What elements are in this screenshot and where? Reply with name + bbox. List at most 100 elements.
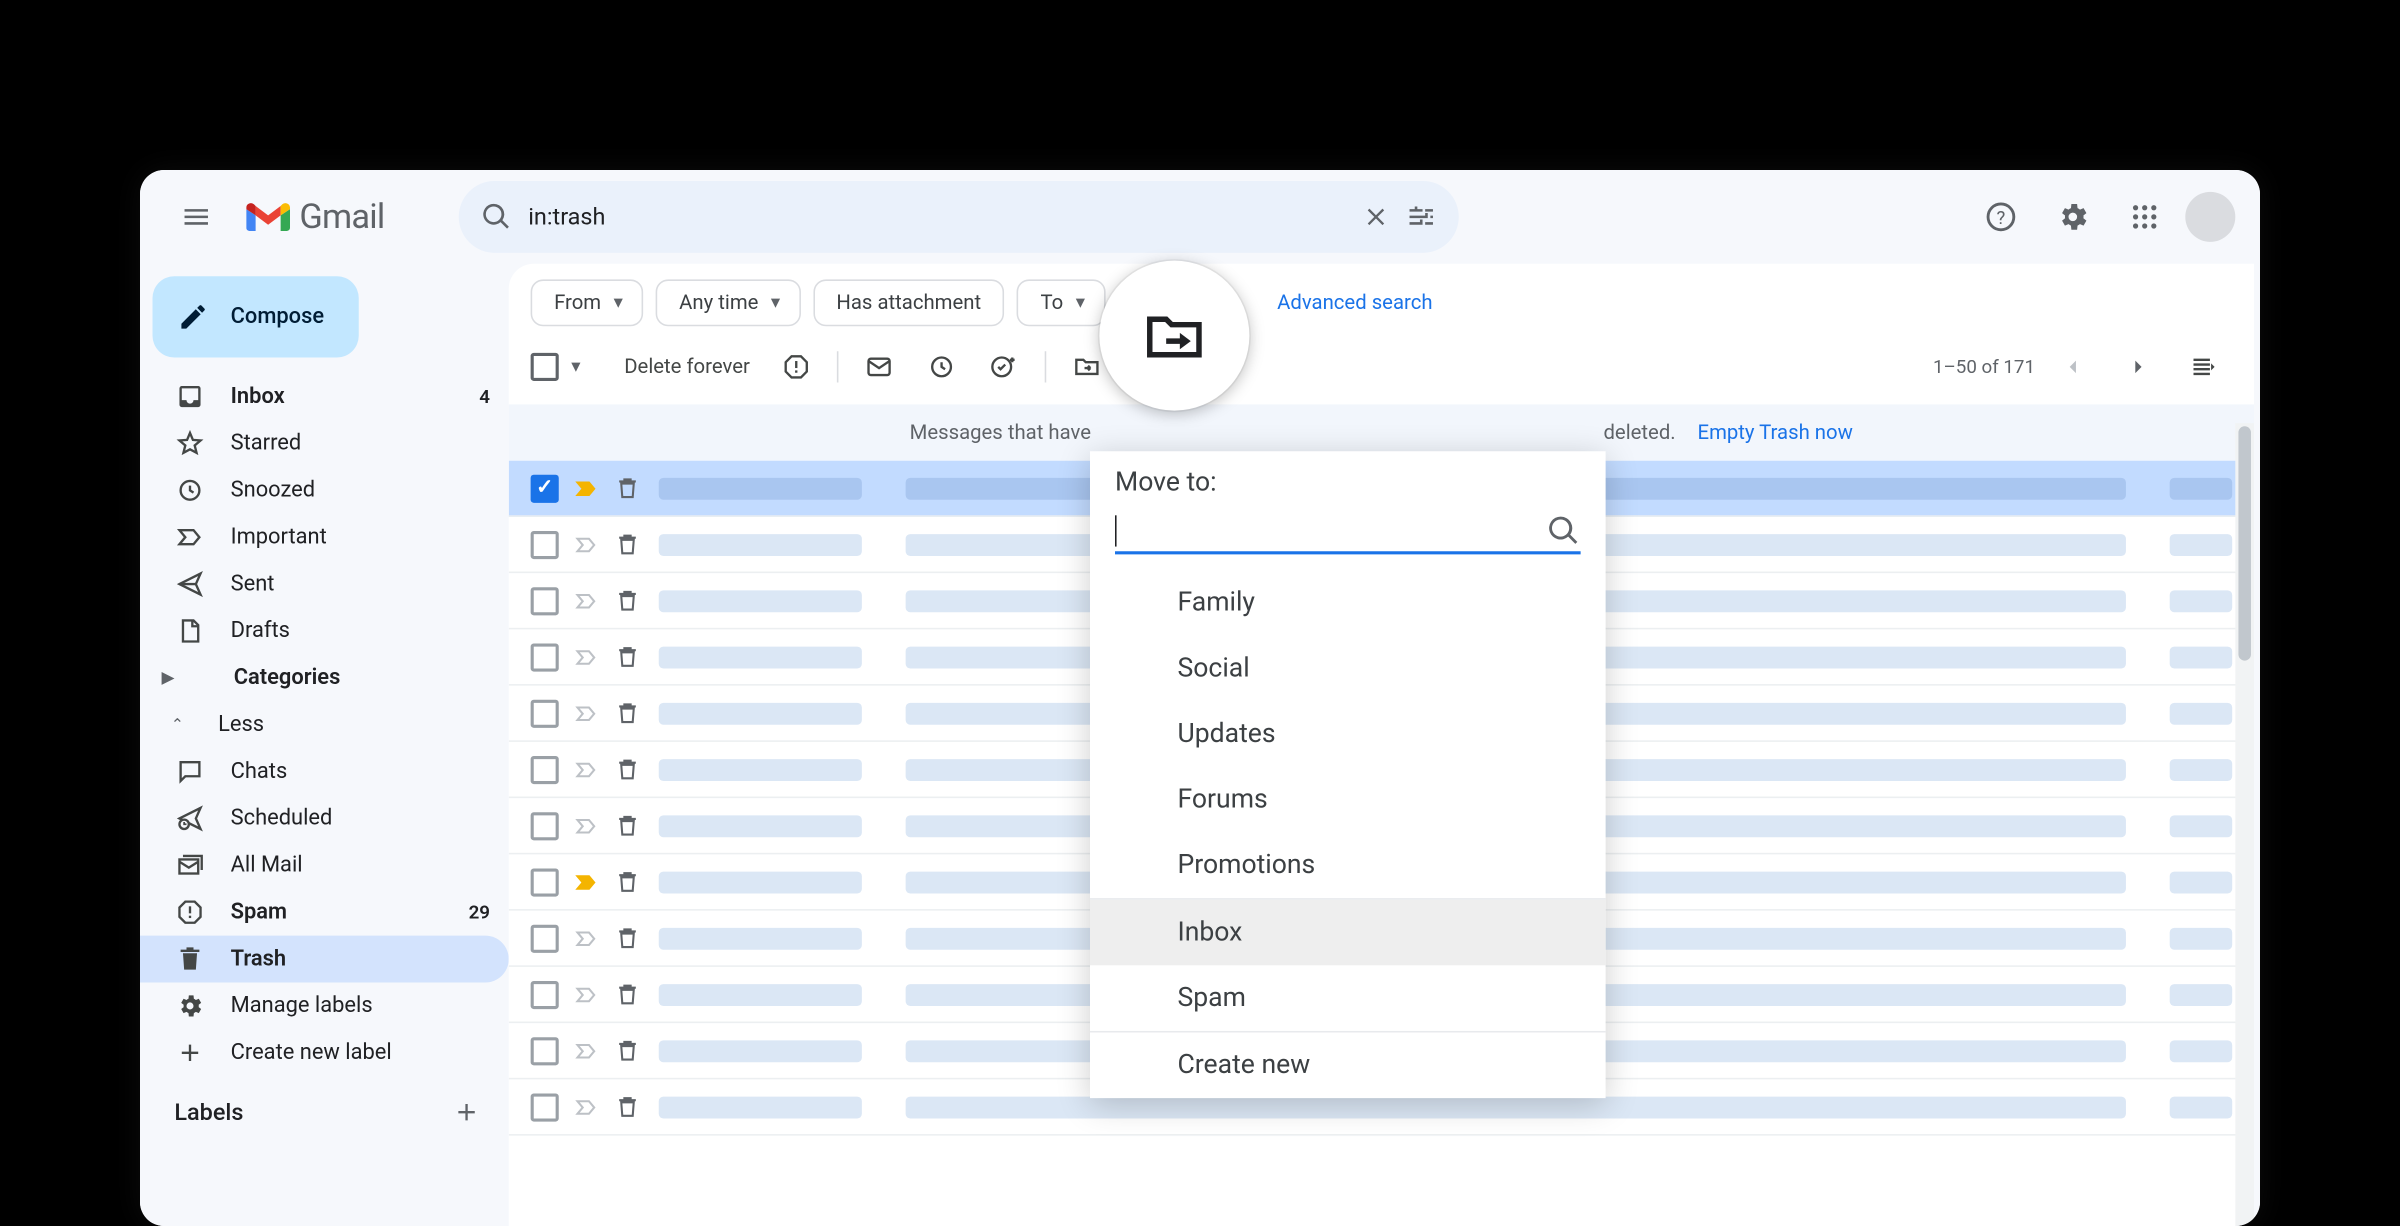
sidebar-item-scheduled[interactable]: Scheduled xyxy=(140,795,509,842)
row-checkbox[interactable] xyxy=(531,980,559,1008)
density-icon[interactable] xyxy=(2176,339,2232,395)
search-icon[interactable] xyxy=(481,201,512,232)
sidebar-item-inbox[interactable]: Inbox4 xyxy=(140,373,509,420)
support-icon[interactable]: ? xyxy=(1969,186,2032,249)
sidebar-item-snoozed[interactable]: Snoozed xyxy=(140,467,509,514)
sidebar-item-label: Starred xyxy=(231,431,302,456)
sidebar-item-categories[interactable]: ▶Categories xyxy=(140,654,509,701)
chip-label: Has attachment xyxy=(836,291,981,314)
sidebar-item-sent[interactable]: Sent xyxy=(140,561,509,608)
move-to-option-forums[interactable]: Forums xyxy=(1090,767,1606,833)
add-label-icon[interactable] xyxy=(453,1098,481,1126)
app-header: Gmail in:trash ? xyxy=(140,170,2260,264)
sidebar-item-label: Less xyxy=(218,712,264,737)
subject-placeholder xyxy=(906,1096,2126,1118)
sidebar-item-drafts[interactable]: Drafts xyxy=(140,608,509,655)
sidebar-item-count: 4 xyxy=(479,386,490,408)
banner-text-left: Messages that have xyxy=(910,421,1091,444)
move-to-option-updates[interactable]: Updates xyxy=(1090,701,1606,767)
clear-search-icon[interactable] xyxy=(1363,203,1391,231)
sender-placeholder xyxy=(659,1096,862,1118)
row-checkbox[interactable] xyxy=(531,868,559,896)
move-to-option-promotions[interactable]: Promotions xyxy=(1090,833,1606,899)
sidebar-item-spam[interactable]: Spam29 xyxy=(140,889,509,936)
row-checkbox[interactable] xyxy=(531,1093,559,1121)
row-checkbox[interactable] xyxy=(531,699,559,727)
important-marker-icon[interactable] xyxy=(574,475,599,500)
row-checkbox[interactable] xyxy=(531,643,559,671)
important-marker-icon[interactable] xyxy=(574,1094,599,1119)
row-checkbox[interactable] xyxy=(531,586,559,614)
search-bar[interactable]: in:trash xyxy=(459,181,1459,253)
chip-label: Any time xyxy=(679,291,758,314)
search-options-icon[interactable] xyxy=(1406,201,1437,232)
action-toolbar: ▼ Delete forever 1–50 of 171 xyxy=(509,336,2254,405)
select-all-caret-icon[interactable]: ▼ xyxy=(568,358,583,375)
apps-icon[interactable] xyxy=(2113,186,2176,249)
move-to-popover: Move to: FamilySocialUpdatesForumsPromot… xyxy=(1090,451,1606,1098)
snooze-icon[interactable] xyxy=(914,339,970,395)
filter-chip-to[interactable]: To▼ xyxy=(1017,279,1105,326)
prev-page-icon[interactable] xyxy=(2044,339,2100,395)
sidebar-item-create-new-label[interactable]: Create new label xyxy=(140,1029,509,1076)
delete-forever-button[interactable]: Delete forever xyxy=(612,342,763,392)
account-avatar[interactable] xyxy=(2185,192,2235,242)
scrollbar-thumb[interactable] xyxy=(2238,426,2251,660)
important-marker-icon[interactable] xyxy=(574,644,599,669)
move-to-option-social[interactable]: Social xyxy=(1090,636,1606,702)
add-task-icon[interactable] xyxy=(976,339,1032,395)
sidebar-item-less[interactable]: ⌃Less xyxy=(140,701,509,748)
gmail-logo[interactable]: Gmail xyxy=(246,197,384,236)
main-menu-icon[interactable] xyxy=(165,186,228,249)
important-marker-icon[interactable] xyxy=(574,982,599,1007)
important-marker-icon[interactable] xyxy=(574,813,599,838)
date-placeholder xyxy=(2169,533,2232,555)
sidebar-item-starred[interactable]: Starred xyxy=(140,420,509,467)
settings-icon[interactable] xyxy=(2041,186,2104,249)
row-checkbox[interactable] xyxy=(531,530,559,558)
move-to-search[interactable] xyxy=(1115,511,1581,555)
select-all-checkbox[interactable] xyxy=(531,353,559,381)
compose-button[interactable]: Compose xyxy=(153,276,359,357)
row-checkbox[interactable] xyxy=(531,474,559,502)
pagination-text: 1–50 of 171 xyxy=(1933,356,2035,378)
sidebar-item-important[interactable]: Important xyxy=(140,514,509,561)
row-checkbox[interactable] xyxy=(531,1036,559,1064)
report-spam-icon[interactable] xyxy=(769,339,825,395)
move-to-option-inbox[interactable]: Inbox xyxy=(1090,900,1606,966)
sidebar-item-manage-labels[interactable]: Manage labels xyxy=(140,983,509,1030)
important-marker-icon[interactable] xyxy=(574,700,599,725)
trash-icon xyxy=(615,757,643,782)
row-checkbox[interactable] xyxy=(531,924,559,952)
sender-placeholder xyxy=(659,927,862,949)
move-to-option-create-new[interactable]: Create new xyxy=(1090,1033,1606,1099)
filter-row: From▼ Any time▼ Has attachment To▼ Advanced … xyxy=(509,264,2254,336)
important-marker-icon[interactable] xyxy=(574,757,599,782)
filter-chip-has-attachment[interactable]: Has attachment xyxy=(813,279,1005,326)
important-marker-icon[interactable] xyxy=(574,588,599,613)
row-checkbox[interactable] xyxy=(531,811,559,839)
search-input[interactable]: in:trash xyxy=(528,203,1347,231)
advanced-search-link[interactable]: Advanced search xyxy=(1277,291,1432,314)
move-to-title: Move to: xyxy=(1090,467,1606,511)
sidebar-item-all-mail[interactable]: All Mail xyxy=(140,842,509,889)
important-marker-icon[interactable] xyxy=(574,532,599,557)
move-to-option-spam[interactable]: Spam xyxy=(1090,965,1606,1031)
sender-placeholder xyxy=(659,871,862,893)
important-marker-icon[interactable] xyxy=(574,1038,599,1063)
sidebar-item-trash[interactable]: Trash xyxy=(140,936,509,983)
row-checkbox[interactable] xyxy=(531,755,559,783)
move-to-option-family[interactable]: Family xyxy=(1090,570,1606,636)
empty-trash-link[interactable]: Empty Trash now xyxy=(1698,421,1853,444)
date-placeholder xyxy=(2169,477,2232,499)
important-marker-icon[interactable] xyxy=(574,869,599,894)
next-page-icon[interactable] xyxy=(2110,339,2166,395)
sender-placeholder xyxy=(659,983,862,1005)
mark-read-icon[interactable] xyxy=(851,339,907,395)
compose-label: Compose xyxy=(231,304,324,329)
filter-chip-from[interactable]: From▼ xyxy=(531,279,644,326)
sidebar-item-chats[interactable]: Chats xyxy=(140,748,509,795)
allmail-icon xyxy=(174,850,205,881)
important-marker-icon[interactable] xyxy=(574,925,599,950)
filter-chip-any-time[interactable]: Any time▼ xyxy=(656,279,801,326)
